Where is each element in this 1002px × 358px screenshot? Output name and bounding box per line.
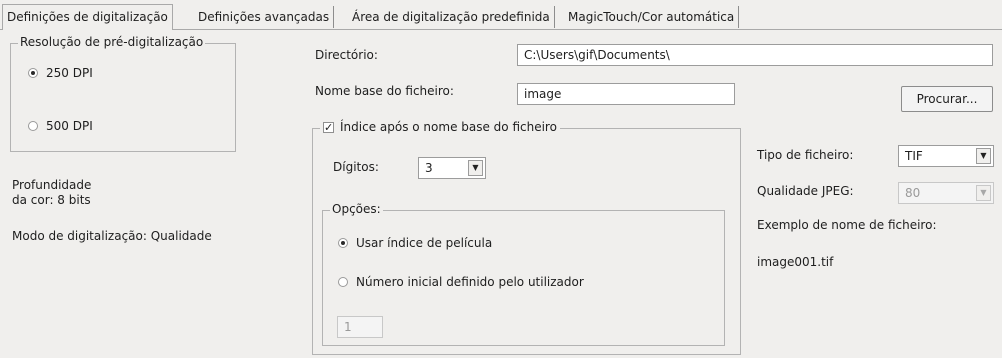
radio-250-dpi-label: 250 DPI — [46, 66, 93, 80]
basename-label: Nome base do ficheiro: — [315, 84, 454, 98]
jpeg-quality-label: Qualidade JPEG: — [757, 184, 854, 198]
tab-strip: Definições de digitalização Definições a… — [0, 4, 1002, 30]
checkmark-icon: ✓ — [323, 120, 334, 134]
basename-field[interactable]: image — [517, 83, 735, 105]
chevron-down-icon: ▼ — [468, 160, 483, 176]
user-start-number-label: Número inicial definido pelo utilizador — [356, 275, 584, 289]
filetype-value: TIF — [905, 149, 923, 163]
options-legend: Opções: — [330, 202, 383, 216]
radio-unselected-icon — [28, 121, 38, 131]
index-after-basename-label: Índice após o nome base do ficheiro — [340, 120, 557, 134]
radio-250-dpi[interactable]: 250 DPI — [28, 66, 93, 80]
filetype-label: Tipo de ficheiro: — [757, 148, 854, 162]
digits-select[interactable]: 3 ▼ — [418, 157, 486, 179]
example-filename-value: image001.tif — [757, 255, 834, 269]
filetype-select[interactable]: TIF ▼ — [898, 145, 994, 167]
tab-advanced-settings[interactable]: Definições avançadas — [194, 6, 335, 28]
color-depth-label-line1: Profundidade — [12, 178, 92, 192]
radio-unselected-icon — [338, 277, 348, 287]
radio-use-film-index[interactable]: Usar índice de película — [338, 236, 492, 250]
directory-field[interactable]: C:\Users\gif\Documents\ — [517, 44, 993, 66]
chevron-down-icon: ▼ — [976, 148, 991, 164]
radio-selected-icon — [338, 238, 348, 248]
tab-default-scan-area[interactable]: Área de digitalização predefinida — [348, 6, 555, 28]
use-film-index-label: Usar índice de película — [356, 236, 493, 250]
radio-selected-icon — [28, 68, 38, 78]
radio-user-start-number[interactable]: Número inicial definido pelo utilizador — [338, 275, 584, 289]
digits-value: 3 — [425, 161, 433, 175]
prescan-resolution-group — [10, 43, 236, 152]
directory-label: Directório: — [315, 48, 378, 62]
prescan-resolution-legend: Resolução de pré-digitalização — [18, 35, 206, 49]
index-after-basename-checkbox[interactable]: ✓ Índice após o nome base do ficheiro — [320, 120, 560, 134]
tab-scan-settings[interactable]: Definições de digitalização — [2, 4, 173, 30]
jpeg-quality-select[interactable]: 80 ▼ — [898, 182, 994, 204]
radio-500-dpi-label: 500 DPI — [46, 119, 93, 133]
example-filename-label: Exemplo de nome de ficheiro: — [757, 218, 937, 232]
jpeg-quality-value: 80 — [905, 186, 921, 200]
chevron-down-icon: ▼ — [976, 185, 991, 201]
browse-button[interactable]: Procurar... — [901, 86, 993, 112]
color-depth-label-line2: da cor: 8 bits — [12, 193, 91, 207]
radio-500-dpi[interactable]: 500 DPI — [28, 119, 93, 133]
scan-mode-label: Modo de digitalização: Qualidade — [12, 229, 212, 243]
start-number-field[interactable]: 1 — [337, 316, 383, 338]
digits-label: Dígitos: — [333, 160, 379, 174]
tab-magictouch[interactable]: MagicTouch/Cor automática — [564, 6, 740, 28]
